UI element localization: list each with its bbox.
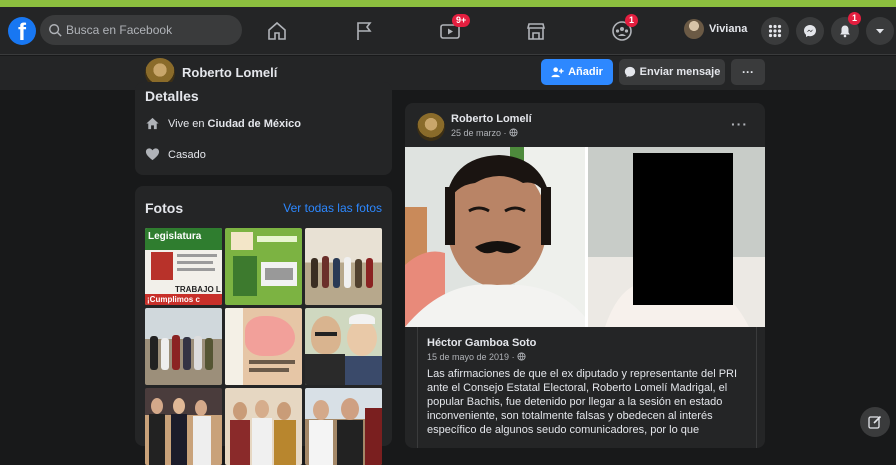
nav-marketplace[interactable] — [524, 19, 548, 43]
user-profile-chip[interactable]: Viviana — [684, 19, 747, 39]
facebook-logo[interactable]: f — [8, 17, 36, 45]
flag-icon — [357, 22, 372, 40]
grid-menu-icon — [768, 24, 782, 38]
photo-text: ¡Cumplimos c — [147, 295, 200, 304]
nav-pages[interactable] — [352, 19, 376, 43]
nav-watch[interactable]: 9+ — [438, 14, 471, 43]
post-author-avatar[interactable] — [417, 113, 445, 141]
profile-sticky-bar: Roberto Lomelí Añadir Enviar mensaje ··· — [0, 56, 896, 90]
search-input[interactable] — [66, 23, 236, 37]
notifications-badge: 1 — [848, 12, 862, 25]
home-icon — [268, 21, 286, 40]
details-title: Detalles — [145, 88, 199, 104]
lives-prefix: Vive en — [168, 117, 205, 130]
shared-author-name[interactable]: Héctor Gamboa Soto — [427, 337, 536, 349]
photo-thumbnail[interactable] — [305, 308, 382, 385]
house-icon — [146, 117, 159, 130]
globe-icon — [509, 128, 518, 137]
see-all-photos-link[interactable]: Ver todas las fotos — [283, 201, 382, 215]
send-message-label: Enviar mensaje — [639, 66, 721, 78]
photos-grid: Legislatura TRABAJO L ¡Cumplimos c — [145, 228, 382, 465]
store-icon — [526, 23, 546, 40]
photo-thumbnail[interactable] — [225, 228, 302, 305]
user-avatar — [684, 19, 704, 39]
photo-thumbnail[interactable] — [225, 308, 302, 385]
post-date-text: 25 de marzo · — [451, 128, 507, 138]
browser-top-strip — [0, 0, 896, 7]
photo-thumbnail[interactable] — [225, 388, 302, 465]
globe-icon — [517, 352, 526, 361]
new-message-button[interactable] — [860, 407, 890, 437]
top-navbar: f 9+ 1 Viviana 1 — [0, 7, 896, 55]
detail-lives-in: Vive en Ciudad de México — [145, 116, 301, 131]
messenger-icon — [624, 66, 635, 78]
menu-button[interactable] — [761, 17, 789, 45]
search-box[interactable] — [40, 15, 242, 45]
photos-title: Fotos — [145, 200, 184, 216]
add-friend-button[interactable]: Añadir — [541, 59, 613, 85]
post-card: Roberto Lomelí 25 de marzo · ··· Héctor … — [405, 103, 765, 448]
nav-home[interactable] — [265, 19, 289, 43]
compose-icon — [868, 415, 882, 429]
shared-date-text: 15 de mayo de 2019 · — [427, 352, 515, 362]
profile-more-button[interactable]: ··· — [731, 59, 765, 85]
messenger-button[interactable] — [796, 17, 824, 45]
photo-thumbnail[interactable] — [305, 228, 382, 305]
shared-post-text: Las afirmaciones de que el ex diputado y… — [427, 368, 738, 436]
photo-thumbnail[interactable] — [305, 388, 382, 465]
post-photo — [405, 147, 765, 327]
account-menu-button[interactable] — [866, 17, 894, 45]
detail-relationship: Casado — [145, 147, 206, 162]
heart-icon — [145, 148, 160, 161]
photo-thumbnail[interactable] — [145, 308, 222, 385]
add-friend-label: Añadir — [568, 66, 603, 78]
messenger-icon — [804, 25, 816, 37]
watch-badge: 9+ — [452, 14, 471, 27]
profile-name[interactable]: Roberto Lomelí — [182, 65, 277, 80]
post-author-name[interactable]: Roberto Lomelí — [451, 113, 532, 125]
post-date[interactable]: 25 de marzo · — [451, 128, 518, 138]
send-message-button[interactable]: Enviar mensaje — [619, 59, 725, 85]
photo-text: TRABAJO L — [175, 285, 221, 294]
relationship-status: Casado — [168, 148, 206, 161]
nav-groups[interactable]: 1 — [610, 14, 639, 43]
post-image[interactable] — [405, 147, 765, 327]
photo-thumbnail[interactable] — [145, 388, 222, 465]
bell-icon — [840, 25, 850, 38]
post-options-button[interactable]: ··· — [731, 116, 748, 132]
details-card: Detalles Vive en Ciudad de México Casado — [135, 82, 392, 175]
photo-thumbnail[interactable]: Legislatura TRABAJO L ¡Cumplimos c — [145, 228, 222, 305]
photos-card: Fotos Ver todas las fotos Legislatura TR… — [135, 186, 392, 465]
caret-down-icon — [876, 29, 884, 34]
add-friend-icon — [551, 66, 564, 77]
notifications-button[interactable]: 1 — [831, 12, 862, 45]
groups-badge: 1 — [625, 14, 639, 27]
photo-text: Legislatura — [148, 231, 202, 242]
user-name: Viviana — [709, 23, 748, 35]
search-icon — [49, 24, 62, 37]
shared-post[interactable]: Héctor Gamboa Soto 15 de mayo de 2019 · … — [417, 327, 757, 448]
lives-city[interactable]: Ciudad de México — [208, 118, 302, 130]
shared-post-date[interactable]: 15 de mayo de 2019 · — [427, 352, 526, 362]
